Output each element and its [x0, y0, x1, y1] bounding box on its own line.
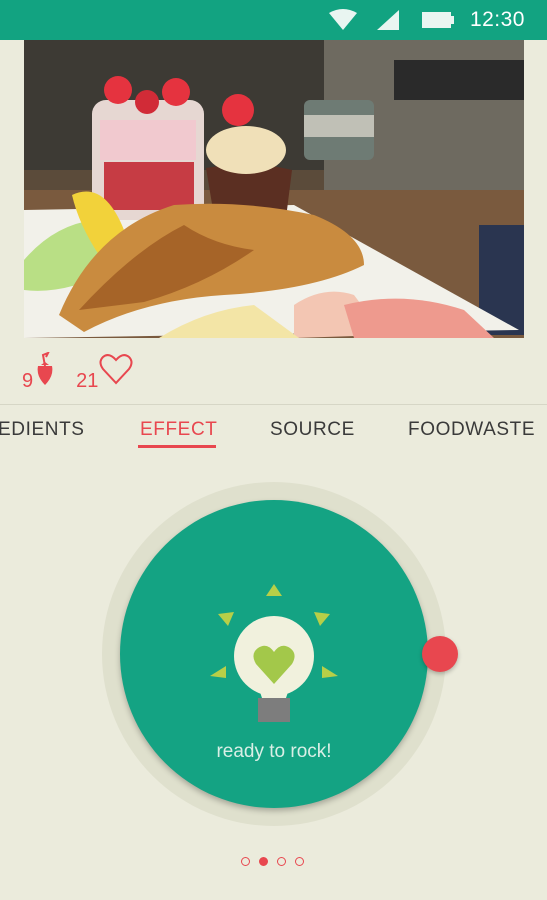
wifi-icon [328, 9, 358, 31]
page-dot-1[interactable] [241, 857, 250, 866]
strawberry-icon [34, 351, 56, 392]
likes-count[interactable]: 21 [76, 352, 133, 392]
page-dot-3[interactable] [277, 857, 286, 866]
page-dot-2[interactable] [259, 857, 268, 866]
status-time: 12:30 [469, 8, 525, 31]
strawberry-count-value: 9 [22, 370, 34, 392]
page-dot-4[interactable] [295, 857, 304, 866]
battery-icon [421, 11, 454, 29]
tab-bar: EDIENTS EFFECT SOURCE FOODWASTE [0, 405, 547, 455]
tab-effect[interactable]: EFFECT [140, 419, 218, 441]
tab-foodwaste[interactable]: FOODWASTE [408, 419, 535, 441]
status-bar: 12:30 [0, 0, 547, 40]
heart-icon [99, 352, 133, 392]
lightbulb-heart-icon [204, 580, 344, 735]
post-stats: 9 21 [22, 351, 153, 392]
signal-icon [376, 9, 400, 31]
dial-knob[interactable] [422, 636, 458, 672]
effect-message: ready to rock! [216, 741, 332, 762]
tab-source[interactable]: SOURCE [270, 419, 355, 441]
active-tab-indicator [138, 445, 216, 448]
strawberry-count[interactable]: 9 [22, 351, 56, 392]
page-indicator [241, 857, 313, 866]
likes-count-value: 21 [76, 370, 99, 392]
food-photo [24, 40, 524, 338]
tab-ingredients[interactable]: EDIENTS [0, 419, 85, 441]
